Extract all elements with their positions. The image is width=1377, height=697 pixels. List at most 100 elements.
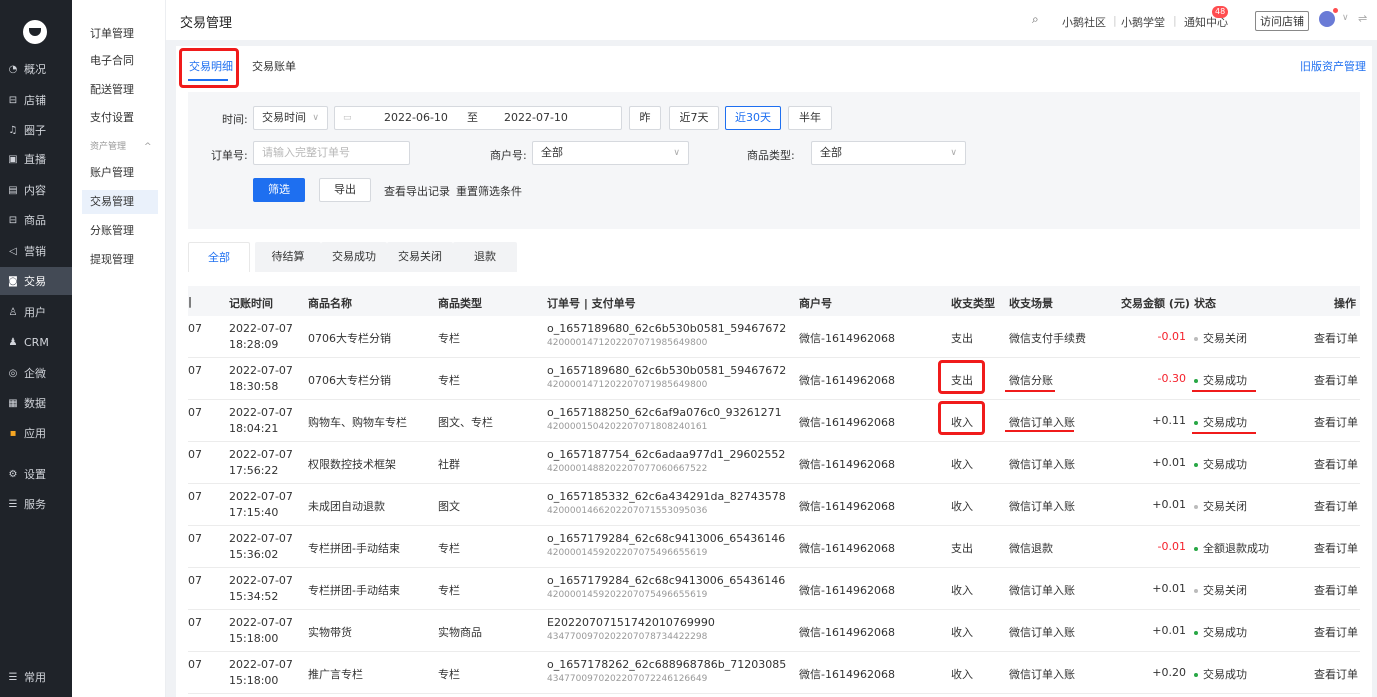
- sidebar-item-common[interactable]: ☰ 常用: [0, 663, 72, 691]
- view-order-link[interactable]: 查看订单: [1314, 414, 1358, 430]
- sidebar-item[interactable]: ⊟ 店铺: [0, 86, 72, 114]
- switch-icon[interactable]: ⇌: [1358, 12, 1367, 25]
- sidebar-item[interactable]: ▪ 应用: [0, 419, 72, 447]
- old-asset-management-link[interactable]: 旧版资产管理: [1300, 58, 1366, 74]
- sidebar-item[interactable]: ◎ 企微: [0, 359, 72, 387]
- status-dot-icon: [1194, 337, 1198, 341]
- submenu-group-assets[interactable]: 资产管理 ^: [82, 135, 158, 159]
- view-order-link[interactable]: 查看订单: [1314, 540, 1358, 556]
- sidebar-item[interactable]: ♫ 圈子: [0, 116, 72, 144]
- submenu-e-contract[interactable]: 电子合同: [82, 49, 158, 73]
- cell-time: 15:36:02: [229, 548, 279, 561]
- submenu-account[interactable]: 账户管理: [82, 161, 158, 185]
- tab-transaction-bill[interactable]: 交易账单: [252, 58, 296, 74]
- visit-store-button[interactable]: 访问店铺: [1255, 11, 1309, 31]
- sidebar-item[interactable]: ◔ 概况: [0, 55, 72, 83]
- submenu-trade-management[interactable]: 交易管理: [82, 190, 158, 214]
- trade-icon: ◙: [8, 275, 18, 287]
- quick-half-year-button[interactable]: 半年: [788, 106, 832, 130]
- goods-type-value: 全部: [820, 146, 842, 159]
- search-icon[interactable]: ⌕: [1032, 12, 1039, 27]
- time-type-select[interactable]: 交易时间 ∨: [253, 106, 328, 130]
- date-range-picker[interactable]: ▭ 2022-06-10 至 2022-07-10: [334, 106, 622, 130]
- status-text: 全额退款成功: [1203, 542, 1269, 555]
- cell-date: 2022-07-07: [229, 322, 293, 335]
- sidebar-item[interactable]: ♙ 用户: [0, 298, 72, 326]
- menu-icon: ☰: [8, 671, 18, 683]
- cell-pay-number: 4200001488202207077060667522: [547, 464, 708, 474]
- tab-refund[interactable]: 退款: [453, 242, 517, 272]
- annotation-box-expense: [938, 360, 985, 394]
- chevron-down-icon: ∨: [312, 113, 319, 123]
- link-academy[interactable]: 小鹅学堂: [1121, 14, 1165, 30]
- view-order-link[interactable]: 查看订单: [1314, 456, 1358, 472]
- cell-order-number: o_1657188250_62c6af9a076c0_93261271: [547, 406, 782, 419]
- cell-time: 15:18:00: [229, 632, 279, 645]
- submenu-withdraw[interactable]: 提现管理: [82, 248, 158, 272]
- goods-type-select[interactable]: 全部 ∨: [811, 141, 966, 165]
- cell-name: 未成团自动退款: [308, 500, 385, 513]
- cell-merchant: 微信-1614962068: [799, 374, 895, 387]
- view-order-link[interactable]: 查看订单: [1314, 330, 1358, 346]
- sidebar-item-label: CRM: [24, 335, 49, 349]
- tab-closed[interactable]: 交易关闭: [387, 242, 453, 272]
- header-type: 商品类型: [438, 297, 482, 310]
- app-logo[interactable]: [23, 20, 47, 44]
- cell-io-type: 收入: [951, 500, 973, 513]
- settings-icon: ⚙: [8, 468, 18, 480]
- view-order-link[interactable]: 查看订单: [1314, 624, 1358, 640]
- link-community[interactable]: 小鹅社区: [1062, 14, 1106, 30]
- reset-filters-link[interactable]: 重置筛选条件: [456, 183, 522, 199]
- export-button[interactable]: 导出: [319, 178, 371, 202]
- status-badge: 交易关闭: [1194, 498, 1247, 514]
- quick-7days-button[interactable]: 近7天: [669, 106, 719, 130]
- cell-amount: -0.01: [1157, 540, 1186, 553]
- header-time: 记账时间: [229, 297, 273, 310]
- sidebar-item[interactable]: ⚙ 设置: [0, 460, 72, 488]
- sidebar-item[interactable]: ▤ 内容: [0, 176, 72, 204]
- view-order-link[interactable]: 查看订单: [1314, 582, 1358, 598]
- sidebar-item[interactable]: ⊟ 商品: [0, 206, 72, 234]
- sidebar-item-label: 概况: [24, 63, 46, 76]
- view-order-link[interactable]: 查看订单: [1314, 372, 1358, 388]
- tab-all[interactable]: 全部: [188, 242, 250, 272]
- status-text: 交易关闭: [1203, 584, 1247, 597]
- sidebar-item-label: 商品: [24, 214, 46, 227]
- sidebar-item[interactable]: ▦ 数据: [0, 389, 72, 417]
- quick-30days-button[interactable]: 近30天: [725, 106, 781, 130]
- sidebar-item[interactable]: ♟ CRM: [0, 328, 72, 356]
- quick-yesterday-button[interactable]: 昨: [629, 106, 661, 130]
- cell-pay-number: 4347700970202207078734422298: [547, 632, 708, 642]
- chevron-down-icon: ∨: [950, 148, 957, 158]
- cell-order-number: o_1657179284_62c68c9413006_65436146: [547, 532, 786, 545]
- table-row: 07 2022-07-07 15:18:00 推广言专栏 专栏 o_1657178262_…: [188, 652, 1360, 694]
- row-lead: 07: [188, 658, 202, 671]
- submenu-split[interactable]: 分账管理: [82, 219, 158, 243]
- submenu-order-management[interactable]: 订单管理: [82, 22, 158, 46]
- avatar[interactable]: [1319, 11, 1335, 27]
- tab-pending[interactable]: 待结算: [255, 242, 321, 272]
- annotation-underline-order: [1005, 430, 1074, 432]
- header-merchant: 商户号: [799, 297, 832, 310]
- status-badge: 全额退款成功: [1194, 540, 1269, 556]
- export-records-link[interactable]: 查看导出记录: [384, 183, 450, 199]
- chevron-down-icon[interactable]: ∨: [1342, 13, 1349, 23]
- status-text: 交易关闭: [1203, 332, 1247, 345]
- sidebar-item[interactable]: ◙ 交易: [0, 267, 72, 295]
- cell-order-number: o_1657179284_62c68c9413006_65436146: [547, 574, 786, 587]
- order-number-input[interactable]: 请输入完整订单号: [253, 141, 410, 165]
- view-order-link[interactable]: 查看订单: [1314, 666, 1358, 682]
- merchant-select[interactable]: 全部 ∨: [532, 141, 689, 165]
- filter-button[interactable]: 筛选: [253, 178, 305, 202]
- submenu-delivery[interactable]: 配送管理: [82, 78, 158, 102]
- sidebar-item[interactable]: ◁ 营销: [0, 237, 72, 265]
- sidebar-item[interactable]: ▣ 直播: [0, 145, 72, 173]
- sidebar-item[interactable]: ☰ 服务: [0, 490, 72, 518]
- view-order-link[interactable]: 查看订单: [1314, 498, 1358, 514]
- cell-scene: 微信订单入账: [1009, 668, 1075, 681]
- cell-date: 2022-07-07: [229, 448, 293, 461]
- submenu-payment-settings[interactable]: 支付设置: [82, 106, 158, 130]
- table-row: 07 2022-07-07 18:30:58 0706大专栏分销 专栏 o_1657189…: [188, 358, 1360, 400]
- tab-success[interactable]: 交易成功: [321, 242, 387, 272]
- service-icon: ☰: [8, 498, 18, 510]
